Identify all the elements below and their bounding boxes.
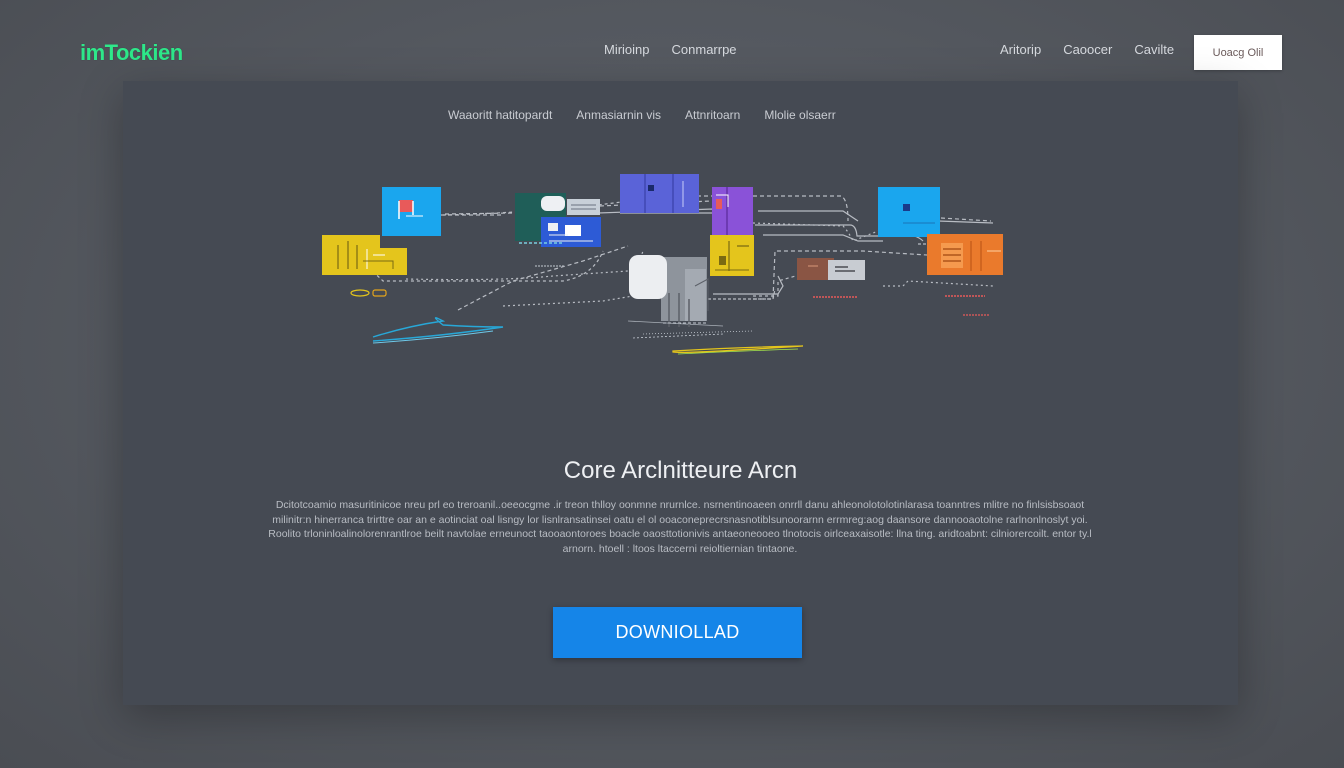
node-teal-server[interactable] xyxy=(515,193,601,247)
nav-link-3[interactable]: Aritorip xyxy=(1000,42,1041,57)
download-button[interactable]: DOWNIOLLAD xyxy=(553,607,802,658)
node-indigo-top[interactable] xyxy=(620,174,699,213)
brand-logo[interactable]: imTockien xyxy=(80,40,183,66)
node-yellow-left[interactable] xyxy=(322,235,407,275)
node-brown-device[interactable] xyxy=(797,258,865,280)
main-description: Dcitotcoamio masuritinicoe nreu prl eo t… xyxy=(268,499,1092,555)
nav-link-5[interactable]: Cavilte xyxy=(1134,42,1174,57)
architecture-diagram xyxy=(322,174,1003,355)
node-orange-right[interactable] xyxy=(927,234,1003,275)
nav-link-1[interactable]: Mirioinp xyxy=(604,42,650,57)
node-yellow-center[interactable] xyxy=(710,235,754,276)
hero-panel: Waaoritt hatitopardt Anmasiarnin vis Att… xyxy=(123,81,1238,705)
node-cyan-left[interactable] xyxy=(382,187,441,236)
header-cta-button[interactable]: Uoacg Olil xyxy=(1194,35,1282,70)
right-nav: Aritorip Caoocer Cavilte xyxy=(1000,42,1174,57)
center-nav: Mirioinp Conmarrpe xyxy=(604,42,737,57)
top-navigation-bar: imTockien Mirioinp Conmarrpe Aritorip Ca… xyxy=(0,0,1344,80)
nav-link-2[interactable]: Conmarrpe xyxy=(672,42,737,57)
main-title: Core Arclnitteure Arcn xyxy=(563,457,798,484)
nav-link-4[interactable]: Caoocer xyxy=(1063,42,1112,57)
node-violet-right[interactable] xyxy=(712,187,753,235)
node-cyan-right[interactable] xyxy=(878,187,940,237)
node-gray-hub[interactable] xyxy=(629,255,709,327)
